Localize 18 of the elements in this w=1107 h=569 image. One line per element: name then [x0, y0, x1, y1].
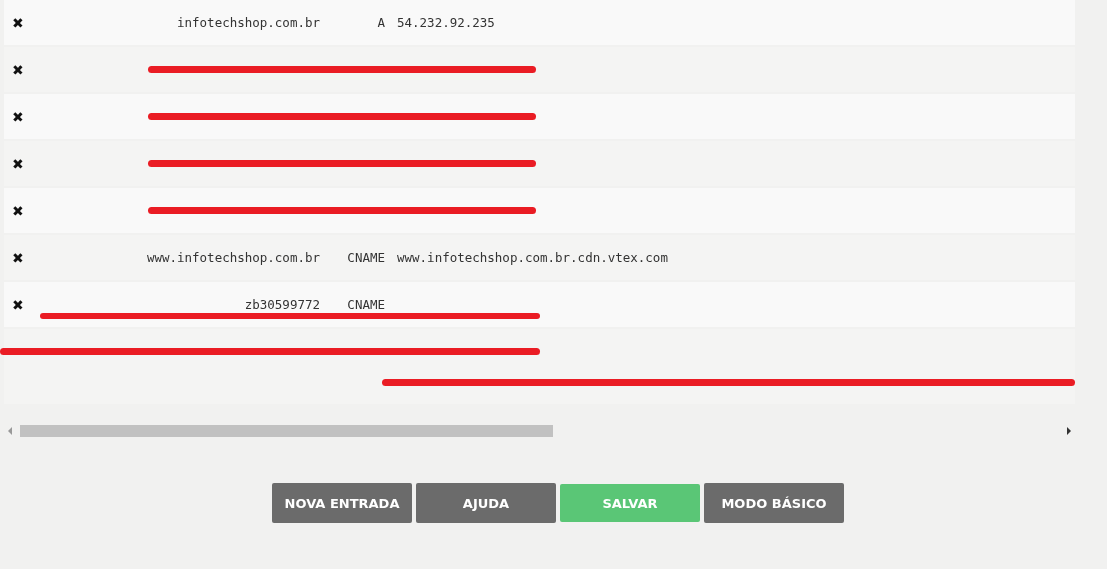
action-button[interactable]: NOVA ENTRADA	[272, 483, 412, 523]
record-name: www.infotechshop.com.br	[146, 250, 320, 265]
delete-icon[interactable]: ✖	[12, 296, 24, 313]
action-button[interactable]: MODO BÁSICO	[704, 483, 844, 523]
record-name: zb30599772	[244, 297, 320, 312]
delete-icon[interactable]: ✖	[12, 61, 24, 78]
record-name: infotechshop.com.br	[177, 15, 320, 30]
delete-icon[interactable]: ✖	[12, 249, 24, 266]
record-type: A	[377, 15, 385, 30]
delete-icon[interactable]: ✖	[12, 14, 24, 31]
delete-icon[interactable]: ✖	[12, 202, 24, 219]
record-type: CNAME	[347, 250, 385, 265]
delete-icon[interactable]: ✖	[12, 108, 24, 125]
delete-icon[interactable]: ✖	[12, 155, 24, 172]
action-button[interactable]: AJUDA	[416, 483, 556, 523]
record-value: www.infotechshop.com.br.cdn.vtex.com	[397, 250, 668, 265]
record-type: CNAME	[347, 297, 385, 312]
record-value: 54.232.92.235	[397, 15, 495, 30]
